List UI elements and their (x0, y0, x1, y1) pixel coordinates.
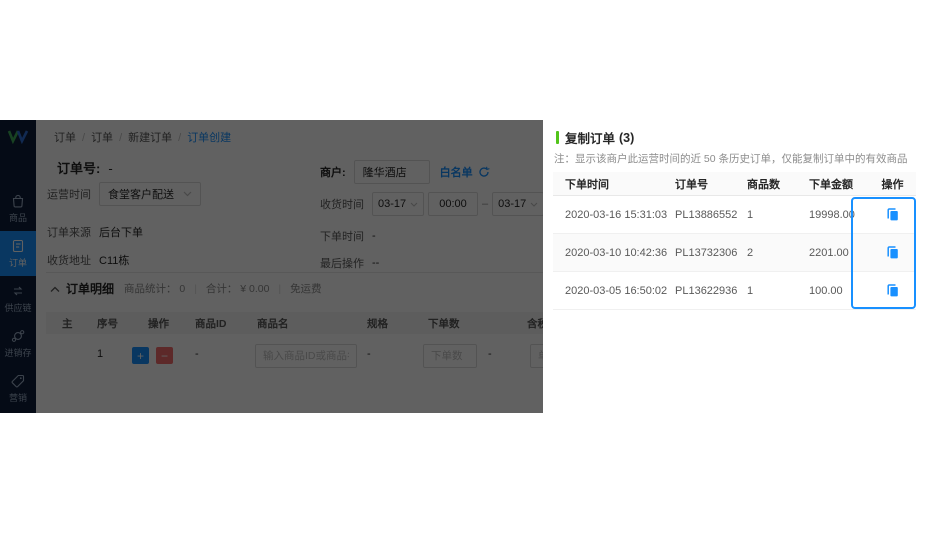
product-count: 1 (747, 284, 754, 297)
table-row: 2020-03-05 16:50:02 PL13622936 1 100.00 (553, 272, 916, 310)
order-time: 2020-03-05 16:50:02 (565, 284, 668, 297)
app-left-region: 商品 订单 供应链 (0, 120, 543, 413)
order-no: PL13732306 (675, 246, 738, 259)
order-time: 2020-03-16 15:31:03 (565, 208, 668, 221)
copy-order-panel: 复制订单 (3) 注：显示该商户此运营时间的近 50 条历史订单，仅能复制订单中… (543, 120, 938, 413)
modal-dim-overlay (0, 120, 543, 413)
col-order-amount: 下单金额 (809, 178, 853, 191)
copy-order-button[interactable] (884, 205, 902, 224)
app-window: 商品 订单 供应链 (0, 120, 938, 413)
copy-order-button[interactable] (884, 281, 902, 300)
order-no: PL13622936 (675, 284, 738, 297)
green-accent-bar (556, 131, 559, 144)
col-order-time: 下单时间 (565, 178, 609, 191)
copy-icon (886, 208, 898, 221)
table-row: 2020-03-16 15:31:03 PL13886552 1 19998.0… (553, 196, 916, 234)
col-product-count: 商品数 (747, 178, 780, 191)
order-amount: 2201.00 (809, 246, 849, 259)
product-count: 1 (747, 208, 754, 221)
copy-order-title: 复制订单 (565, 132, 616, 146)
col-order-no: 订单号 (675, 178, 708, 191)
copy-icon (886, 284, 898, 297)
copy-icon (886, 246, 898, 259)
order-amount: 100.00 (809, 284, 843, 297)
order-no: PL13886552 (675, 208, 738, 221)
order-amount: 19998.00 (809, 208, 855, 221)
product-count: 2 (747, 246, 754, 259)
table-row: 2020-03-10 10:42:36 PL13732306 2 2201.00 (553, 234, 916, 272)
copy-order-button[interactable] (884, 243, 902, 262)
copy-table-header: 下单时间 订单号 商品数 下单金额 操作 (553, 172, 916, 196)
copy-order-note: 注：显示该商户此运营时间的近 50 条历史订单，仅能复制订单中的有效商品 (554, 153, 908, 165)
copy-order-title-row: 复制订单 (3) (556, 128, 634, 147)
col-operation: 操作 (881, 178, 904, 191)
order-time: 2020-03-10 10:42:36 (565, 246, 668, 259)
screenshot-stage: 商品 订单 供应链 (0, 0, 938, 539)
copy-order-table: 下单时间 订单号 商品数 下单金额 操作 2020-03-16 15:31:03… (553, 172, 916, 310)
copy-order-count: (3) (619, 130, 635, 145)
